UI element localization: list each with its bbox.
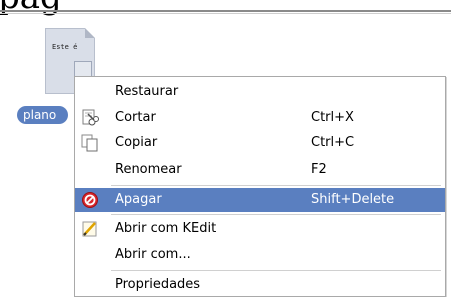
menu-item-label: Renomear (115, 162, 182, 177)
menu-item-abrir-com[interactable]: Abrir com... (75, 243, 445, 267)
menu-item-label: Propriedades (115, 277, 201, 292)
divider (0, 10, 451, 12)
menu-item-shortcut: Shift+Delete (311, 192, 395, 207)
menu-item-label: Restaurar (115, 84, 179, 99)
menu-separator (111, 214, 441, 215)
menu-item-propriedades[interactable]: Propriedades (75, 273, 445, 297)
menu-item-label: Apagar (115, 192, 162, 207)
menu-item-cortar[interactable]: Cortar Ctrl+X (75, 106, 445, 130)
file-name-label[interactable]: plano (17, 106, 69, 124)
page-corner-fold (85, 28, 95, 38)
menu-separator (111, 270, 441, 271)
menu-item-label: Copiar (115, 135, 158, 150)
copy-icon (81, 134, 99, 152)
scissors-icon (81, 109, 99, 127)
context-menu: Restaurar Cortar Ctrl+X Copiar Ctrl+C Re… (74, 76, 446, 297)
menu-item-shortcut: F2 (311, 162, 327, 177)
menu-item-shortcut: Ctrl+X (311, 110, 354, 125)
divider-light (0, 13, 451, 14)
file-preview-text: Este é (52, 43, 78, 51)
menu-separator (111, 185, 441, 186)
menu-item-restaurar[interactable]: Restaurar (75, 80, 445, 104)
menu-item-label: Cortar (115, 110, 156, 125)
menu-item-abrir-com-kedit[interactable]: Abrir com KEdit (75, 217, 445, 241)
menu-item-label: Abrir com KEdit (115, 221, 217, 236)
kedit-icon (81, 220, 99, 238)
menu-item-shortcut: Ctrl+C (311, 135, 355, 150)
menu-item-copiar[interactable]: Copiar Ctrl+C (75, 131, 445, 155)
delete-icon (81, 191, 99, 209)
menu-item-apagar[interactable]: Apagar Shift+Delete (75, 188, 445, 212)
menu-item-renomear[interactable]: Renomear F2 (75, 158, 445, 182)
menu-item-label: Abrir com... (115, 247, 191, 262)
